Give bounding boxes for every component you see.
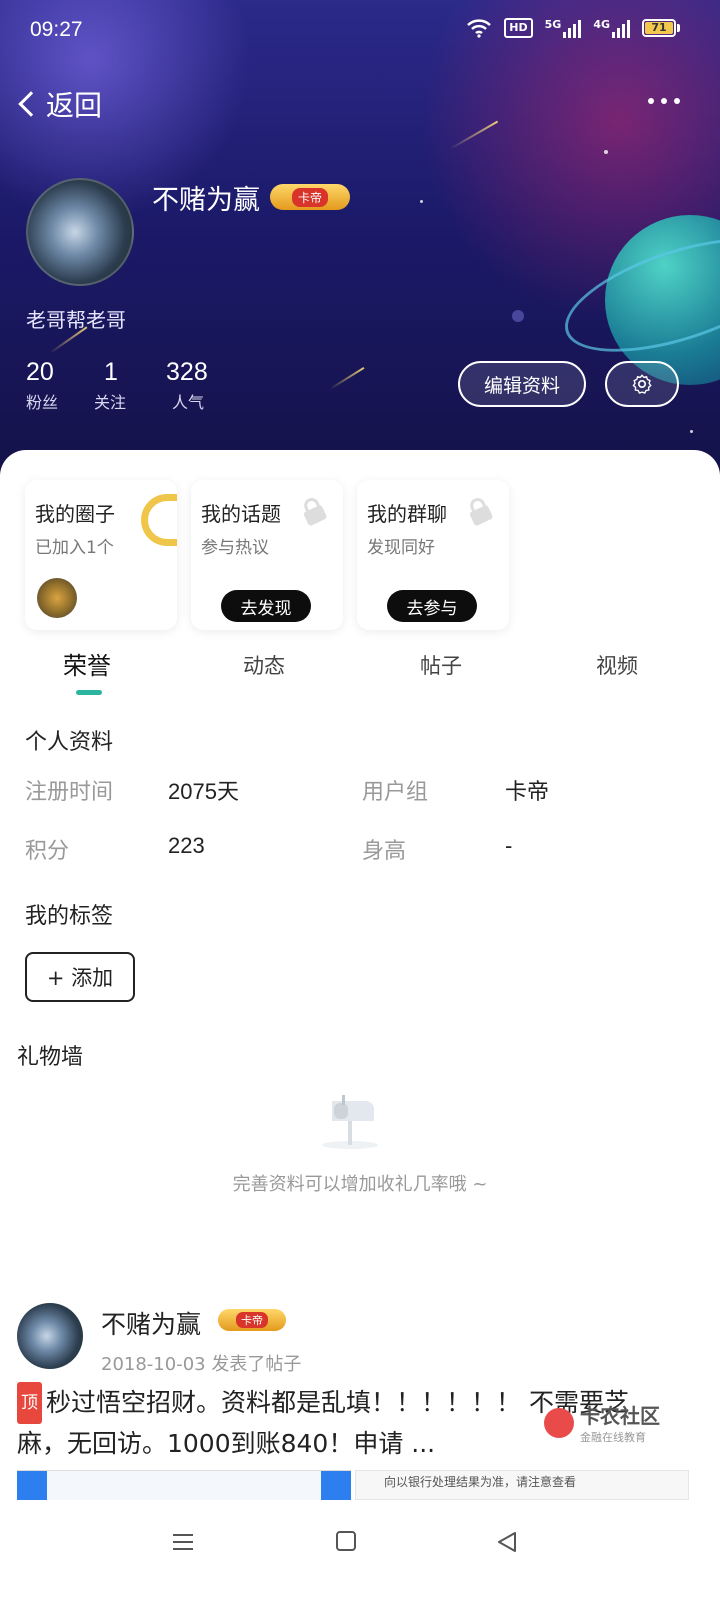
meteor-decoration: [449, 120, 499, 150]
tab-activity[interactable]: 动态: [243, 650, 285, 680]
profile-signature: 老哥帮老哥: [26, 308, 126, 332]
tab-posts[interactable]: 帖子: [420, 650, 462, 680]
circle-avatar[interactable]: [37, 578, 77, 618]
status-icons: HD 5G 4G 71: [466, 18, 680, 38]
signal-4g-icon: 4G: [593, 18, 630, 38]
hd-icon: HD: [504, 18, 533, 38]
battery-level: 71: [645, 22, 673, 34]
back-button[interactable]: 返回: [16, 84, 102, 124]
tab-honor[interactable]: 荣誉: [63, 646, 111, 681]
star-decoration: [512, 310, 524, 322]
join-button[interactable]: 去参与: [387, 590, 477, 622]
post-images: 向以银行处理结果为准，请注意查看: [17, 1470, 689, 1500]
back-label: 返回: [46, 89, 103, 122]
more-dot-icon: [674, 98, 680, 104]
points-label: 积分: [25, 839, 70, 864]
star-decoration: [690, 430, 693, 433]
profile-avatar[interactable]: [26, 178, 134, 286]
gift-wall-title: 礼物墙: [17, 1045, 84, 1070]
card-subtitle: 发现同好: [367, 538, 435, 558]
card-my-groups[interactable]: 我的群聊 发现同好 去参与: [357, 480, 509, 630]
post-author-avatar[interactable]: [17, 1303, 83, 1369]
status-time: 09:27: [30, 18, 83, 41]
gear-icon: [632, 374, 652, 394]
more-options-button[interactable]: [648, 98, 680, 104]
signal-5g-icon: 5G: [545, 18, 582, 38]
more-dot-icon: [648, 98, 654, 104]
more-dot-icon: [661, 98, 667, 104]
profile-username: 不赌为赢: [152, 185, 260, 216]
stat-popularity[interactable]: 328 人气: [166, 358, 208, 413]
stat-value: 1: [104, 358, 118, 386]
post-image[interactable]: 向以银行处理结果为准，请注意查看: [355, 1470, 689, 1500]
height-value: -: [505, 833, 513, 858]
stat-label: 人气: [172, 393, 205, 412]
tab-videos[interactable]: 视频: [596, 650, 638, 680]
stat-label: 粉丝: [26, 393, 59, 412]
watermark-name: 卡农社区: [580, 1404, 660, 1428]
stat-label: 关注: [94, 393, 127, 412]
post-rank-badge-label: 卡帝: [236, 1312, 268, 1328]
active-tab-indicator: [76, 690, 102, 695]
post-meta: 2018-10-03 发表了帖子: [101, 1354, 302, 1375]
discover-button[interactable]: 去发现: [221, 590, 311, 622]
feature-cards: 我的圈子 已加入1个 我的话题 参与热议 去发现 我的群聊 发现同好 去参与: [25, 480, 509, 630]
watermark: 卡农社区 金融在线教育: [544, 1400, 660, 1445]
mailbox-icon: [322, 1095, 378, 1149]
rank-badge: 卡帝: [270, 184, 350, 210]
stat-value: 20: [26, 358, 54, 386]
lock-icon: [303, 498, 327, 526]
net-5g-label: 5G: [544, 18, 562, 31]
post-image[interactable]: [17, 1470, 351, 1500]
wifi-icon: [467, 19, 492, 38]
chevron-left-icon: [18, 91, 44, 117]
menu-icon[interactable]: [171, 1530, 195, 1554]
profile-tabs: 荣誉 动态 帖子 视频: [0, 646, 720, 696]
card-my-topics[interactable]: 我的话题 参与热议 去发现: [191, 480, 343, 630]
card-subtitle: 参与热议: [201, 538, 269, 558]
status-bar: 09:27 HD 5G 4G 71: [0, 0, 720, 62]
net-4g-label: 4G: [593, 18, 610, 31]
rank-badge-label: 卡帝: [291, 187, 328, 207]
height-label: 身高: [362, 839, 407, 864]
post-author-name[interactable]: 不赌为赢: [101, 1305, 201, 1341]
lock-icon: [469, 498, 493, 526]
back-nav-icon[interactable]: [496, 1530, 518, 1554]
post-text: 秒过悟空招财。资料都是乱填！！！！！！ 不需要芝麻，无回访。1000到账840！…: [17, 1388, 629, 1458]
user-group-value: 卡帝: [505, 779, 550, 804]
system-nav-bar: [0, 1500, 720, 1600]
gift-empty-text: 完善资料可以增加收礼几率哦 ~: [232, 1174, 488, 1195]
star-decoration: [604, 150, 608, 154]
star-decoration: [420, 200, 423, 203]
user-group-label: 用户组: [362, 780, 429, 805]
meteor-decoration: [329, 366, 365, 390]
stat-following[interactable]: 1 关注: [94, 358, 126, 413]
personal-info-title: 个人资料: [25, 730, 114, 755]
stat-value: 328: [166, 358, 208, 386]
content-panel: 我的圈子 已加入1个 我的话题 参与热议 去发现 我的群聊 发现同好 去参与 荣…: [0, 450, 720, 1500]
profile-header: 09:27 HD 5G 4G 71 返回 不赌为赢 卡帝 老哥帮老哥 20 粉丝…: [0, 0, 720, 480]
home-icon[interactable]: [335, 1530, 357, 1552]
add-tag-button[interactable]: + 添加: [25, 952, 135, 1002]
card-my-circles[interactable]: 我的圈子 已加入1个: [25, 480, 177, 630]
my-tags-title: 我的标签: [25, 904, 114, 929]
settings-button[interactable]: [605, 361, 679, 407]
post-rank-badge: 卡帝: [218, 1309, 286, 1331]
register-time-label: 注册时间: [25, 780, 114, 805]
pinned-badge: 顶: [17, 1382, 42, 1424]
stat-fans[interactable]: 20 粉丝: [26, 358, 58, 413]
post-image-caption: 向以银行处理结果为准，请注意查看: [384, 1475, 577, 1489]
watermark-slogan: 金融在线教育: [580, 1431, 646, 1444]
register-time-value: 2075天: [168, 779, 239, 804]
edit-profile-button[interactable]: 编辑资料: [458, 361, 586, 407]
battery-icon: 71: [642, 19, 680, 37]
points-value: 223: [168, 833, 205, 858]
profile-stats: 20 粉丝 1 关注 328 人气: [26, 358, 208, 413]
kanong-logo-icon: [544, 1407, 574, 1438]
